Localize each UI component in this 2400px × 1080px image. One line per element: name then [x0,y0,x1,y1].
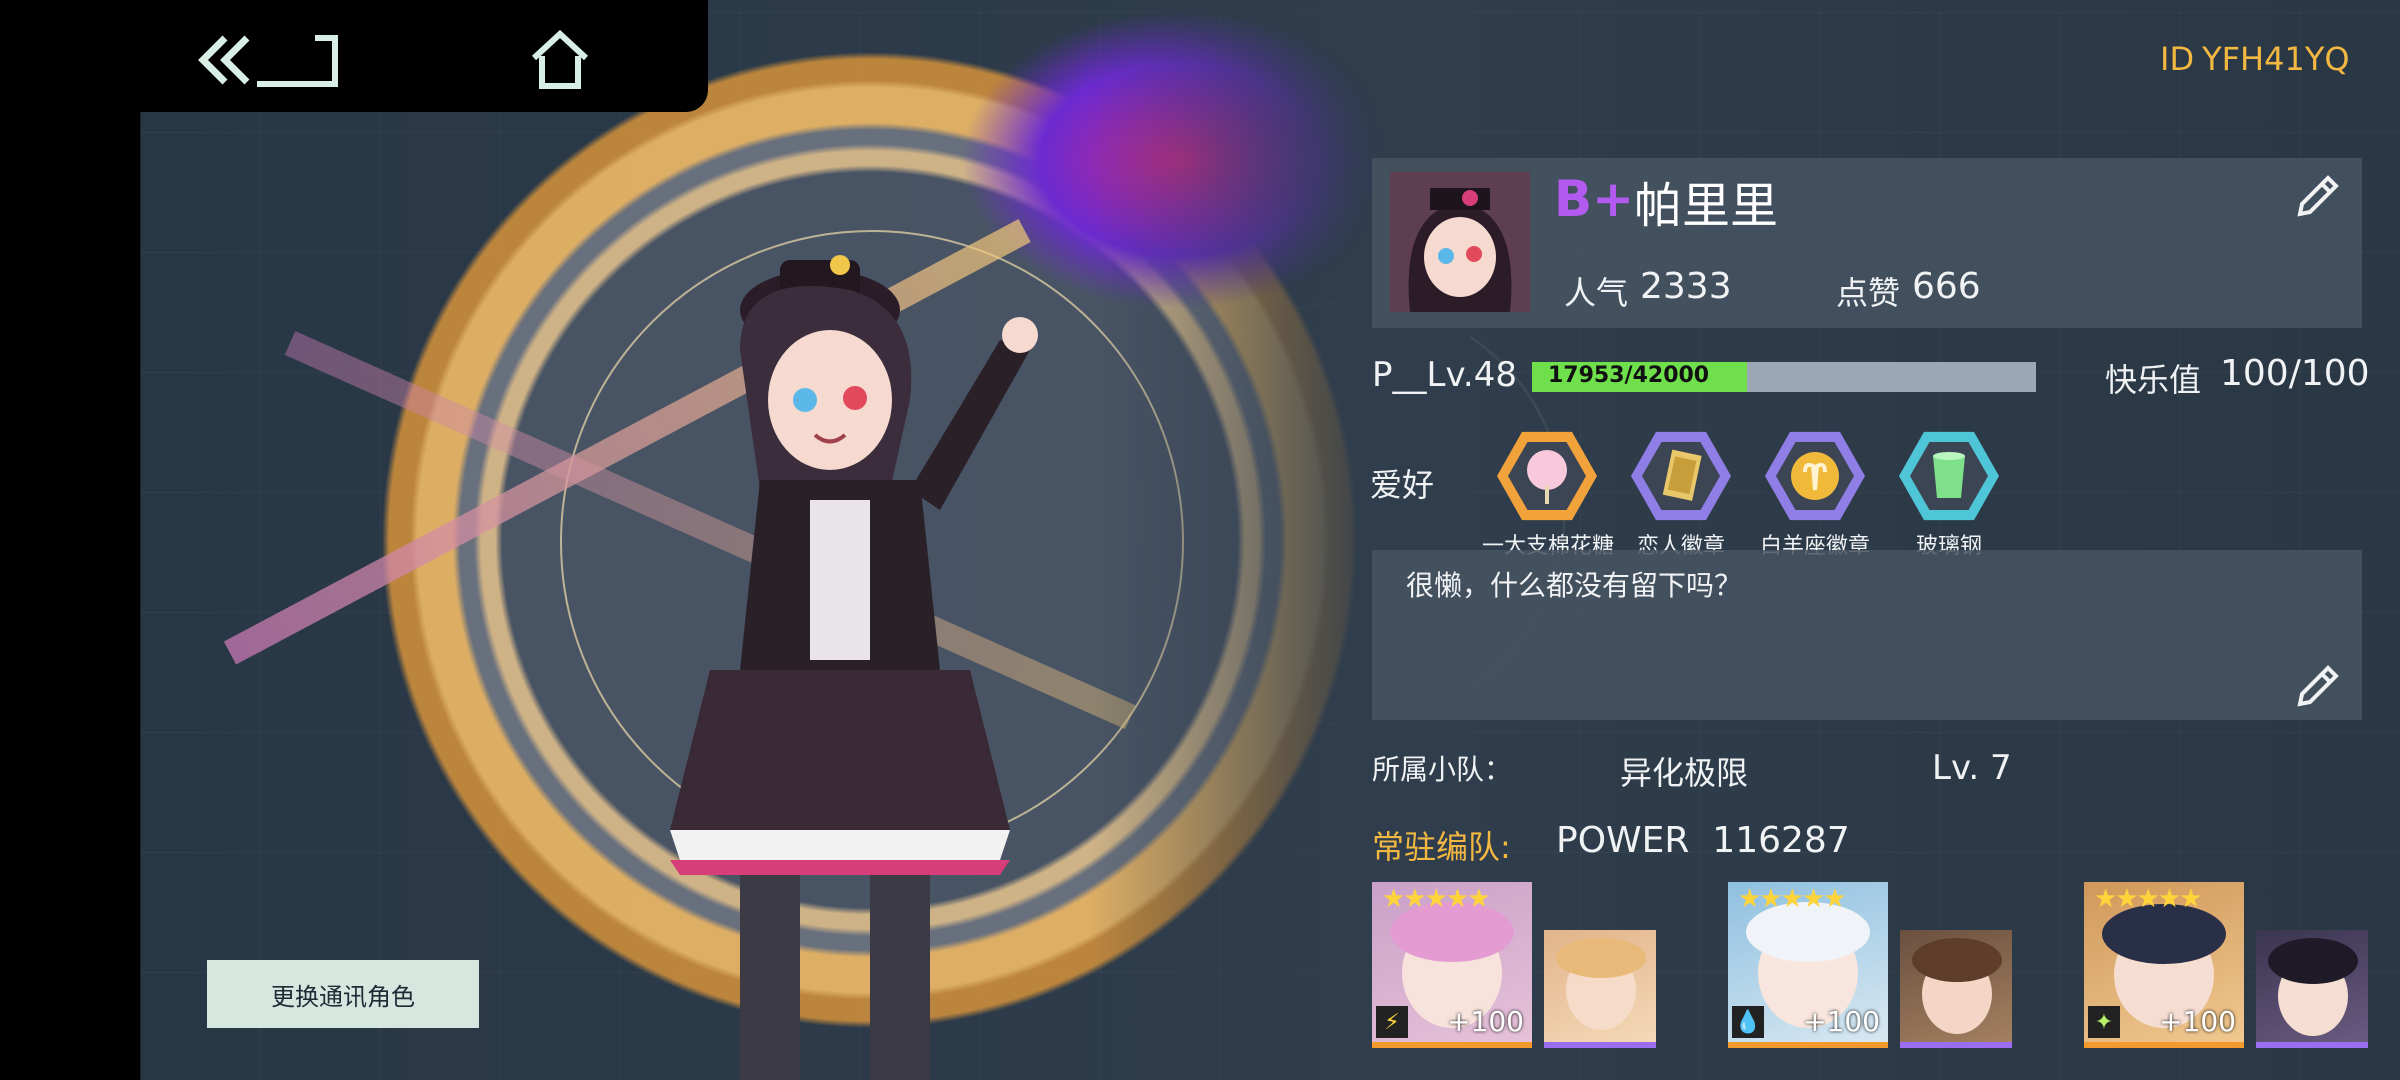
hobbies-label: 爱好 [1370,466,1435,504]
likes-value: 666 [1912,266,1981,307]
water-drop-icon: 💧 [1732,1006,1764,1038]
avatar[interactable] [1390,172,1530,312]
double-chevron-back-icon [198,35,338,87]
glass-cup-icon [1910,441,1988,511]
edit-name-button[interactable] [2288,166,2348,226]
xp-bar: 17953/42000 [1532,362,2036,392]
unit-stars: ★★★★★ [1382,884,1491,914]
hobby-item[interactable]: 恋人徽章 [1616,428,1746,560]
xp-text: 17953/42000 [1548,363,1710,388]
pencil-icon [2297,175,2339,217]
unit-bonus: +100 [1447,1005,1524,1038]
avatar-portrait [1390,172,1530,312]
support-hair [1556,938,1646,978]
lightning-icon: ⚡ [1376,1006,1408,1038]
hobby-frame [1765,431,1865,521]
player-name: 帕里里 [1634,178,1779,234]
signature-box[interactable]: 很懒，什么都没有留下吗？ [1372,550,2362,720]
unit-stars: ★★★★★ [2094,884,2203,914]
hobby-item[interactable]: 玻璃钢 [1884,428,2014,560]
likes-label: 点赞 [1836,274,1901,312]
lovers-card-badge-icon [1642,441,1720,511]
change-role-button[interactable]: 更换通讯角色 [207,960,479,1028]
aries-badge-icon [1776,441,1854,511]
cotton-candy-icon [1508,441,1586,511]
power-value: 116287 [1712,820,1850,861]
grade-badge: B+ [1554,170,1635,228]
popularity-label: 人气 [1564,274,1629,312]
team-unit-card[interactable]: ★★★★★ ⚡ +100 [1372,882,1532,1048]
squad-level: Lv. 7 [1932,748,2012,788]
happiness-label: 快乐值 [2105,361,2202,399]
top-nav-bar [0,0,708,112]
pencil-icon [2297,665,2339,707]
team-label: 常驻编队: [1372,828,1511,866]
player-level: P__Lv.48 [1372,355,1517,395]
sparkle-icon: ✦ [2088,1006,2120,1038]
team-unit-card[interactable]: ★★★★★ ✦ +100 [2084,882,2244,1048]
character-art [140,0,1470,1080]
character-illustration [670,255,1038,1080]
squad-name[interactable]: 异化极限 [1620,748,1748,794]
hobby-frame [1497,431,1597,521]
home-button[interactable] [500,20,620,100]
power-label: POWER [1556,820,1690,861]
squad-label: 所属小队： [1372,753,1513,786]
back-button[interactable] [195,20,345,100]
happiness-value: 100/100 [2220,353,2370,394]
home-icon [531,29,589,89]
support-unit-card[interactable] [1900,930,2012,1048]
profile-screen: 更换通讯角色 IDYFH41YQ B+ 帕里里 人气 2333 点赞 666 [0,0,2400,1080]
support-unit-card[interactable] [2256,930,2368,1048]
hobby-item[interactable]: 白羊座徽章 [1750,428,1880,560]
team-power: POWER 116287 [1556,820,1850,861]
hobby-item[interactable]: 一大支棉花糖 [1482,428,1614,560]
unit-bonus: +100 [1803,1005,1880,1038]
profile-card: B+ 帕里里 人气 2333 点赞 666 [1372,158,2362,328]
hobby-frame [1631,431,1731,521]
signature-text: 很懒，什么都没有留下吗？ [1406,569,1743,602]
support-unit-card[interactable] [1544,930,1656,1048]
support-hair [2268,938,2358,984]
player-id: ID YFH41YQ [2160,40,2350,78]
popularity-value: 2333 [1640,266,1732,307]
hobby-frame [1899,431,1999,521]
team-unit-card[interactable]: ★★★★★ 💧 +100 [1728,882,1888,1048]
player-id-prefix: ID [2160,40,2195,78]
support-hair [1912,938,2002,982]
unit-bonus: +100 [2159,1005,2236,1038]
unit-stars: ★★★★★ [1738,884,1847,914]
player-id-value: YFH41YQ [2202,40,2350,78]
edit-signature-button[interactable] [2288,656,2348,716]
